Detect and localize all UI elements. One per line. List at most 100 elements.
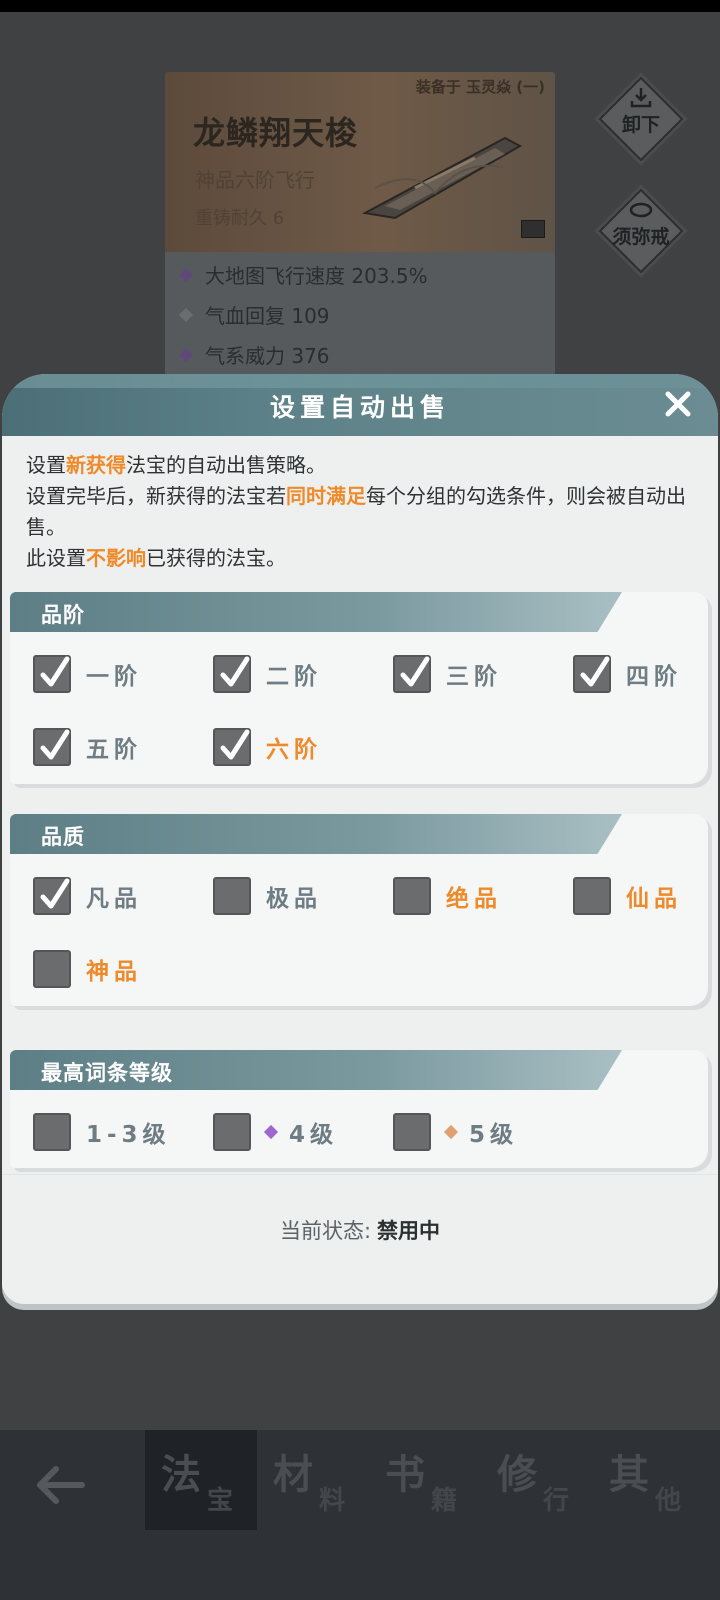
- quality-option-peerless[interactable]: 绝品: [393, 877, 502, 915]
- description-line: 此设置不影响已获得的法宝。: [26, 546, 286, 570]
- checkmark-icon: [400, 656, 430, 687]
- option-label: 二阶: [266, 664, 322, 690]
- option-label: 仙品: [626, 886, 682, 912]
- item-name: 龙鳞翔天梭: [193, 114, 359, 152]
- checkmark-icon: [580, 656, 610, 687]
- checkmark-icon: [40, 656, 70, 687]
- affix-option-5[interactable]: 5级: [393, 1113, 518, 1151]
- status-value: 禁用中: [377, 1219, 441, 1243]
- quality-option-divine[interactable]: 神品: [33, 950, 142, 988]
- quality-option-common[interactable]: 凡品: [33, 877, 142, 915]
- checkbox[interactable]: [33, 877, 71, 915]
- close-button[interactable]: [656, 382, 700, 426]
- checkbox[interactable]: [33, 1113, 71, 1151]
- option-label: 四阶: [626, 664, 682, 690]
- checkbox[interactable]: [573, 655, 611, 693]
- option-label: 五阶: [86, 737, 142, 763]
- checkbox[interactable]: [393, 1113, 431, 1151]
- option-label: 凡品: [86, 886, 142, 912]
- stat-row: 大地图飞行速度 203.5%: [178, 260, 428, 289]
- storage-ring-button[interactable]: 须弥戒: [598, 188, 684, 274]
- checkbox[interactable]: [213, 655, 251, 693]
- checkbox[interactable]: [33, 728, 71, 766]
- tab-treasure[interactable]: 法 宝: [145, 1430, 257, 1530]
- orange-gem-icon: [443, 1124, 459, 1140]
- bottom-nav: 法 宝 材 料 书 籍 修 行 其 他: [0, 1430, 720, 1600]
- option-label: 极品: [266, 886, 322, 912]
- panel-header: [10, 592, 622, 632]
- tab-cultivation[interactable]: 修 行: [481, 1430, 593, 1530]
- checkbox[interactable]: [393, 877, 431, 915]
- quality-option-superior[interactable]: 极品: [213, 877, 322, 915]
- affix-level-panel: 最高词条等级 1-3级 4级 5级: [10, 1050, 708, 1168]
- dialog-title: 设置自动出售: [269, 393, 450, 422]
- tab-label: 法: [161, 1452, 201, 1498]
- option-label: 六阶: [266, 737, 322, 763]
- tab-sublabel: 籍: [431, 1486, 458, 1516]
- storage-ring-label: 须弥戒: [612, 226, 670, 248]
- item-card: 装备于 玉灵焱 (一) 龙鳞翔天梭 神品六阶飞行 重铸耐久 6 大地图飞行速度 …: [165, 72, 555, 382]
- tier-option-6[interactable]: 六阶: [213, 728, 322, 766]
- item-tag-icon: [521, 220, 545, 238]
- item-card-header: 装备于 玉灵焱 (一) 龙鳞翔天梭 神品六阶飞行 重铸耐久 6: [165, 72, 555, 252]
- close-icon: [665, 391, 691, 417]
- stat-text: 气血回复 109: [205, 304, 330, 328]
- tier-option-2[interactable]: 二阶: [213, 655, 322, 693]
- tab-label: 材: [273, 1452, 313, 1498]
- stat-text: 大地图飞行速度 203.5%: [205, 264, 428, 288]
- unequip-label: 卸下: [621, 114, 660, 136]
- back-button[interactable]: [30, 1460, 100, 1520]
- tier-option-3[interactable]: 三阶: [393, 655, 502, 693]
- dialog-header: 设置自动出售: [2, 374, 718, 436]
- equipped-label: 装备于 玉灵焱 (一): [415, 78, 545, 96]
- description-line: 设置新获得法宝的自动出售策略。: [26, 453, 326, 477]
- checkmark-icon: [40, 729, 70, 760]
- tab-other[interactable]: 其 他: [593, 1430, 705, 1530]
- checkmark-icon: [220, 729, 250, 760]
- tab-label: 修: [497, 1452, 537, 1498]
- tier-panel: 品阶 一阶 二阶 三阶 四阶 五阶 六阶: [10, 592, 708, 784]
- panel-title: 最高词条等级: [41, 1061, 173, 1085]
- checkbox[interactable]: [213, 877, 251, 915]
- item-durability: 重铸耐久 6: [195, 208, 285, 229]
- flying-shuttle-image: [361, 136, 523, 220]
- description-line: 设置完毕后，新获得的法宝若同时满足每个分组的勾选条件，则会被自动出售。: [26, 484, 686, 539]
- panel-header: [10, 814, 622, 854]
- option-label: 4级: [263, 1115, 338, 1149]
- stat-gem-icon: [178, 347, 194, 362]
- option-label: 绝品: [446, 886, 502, 912]
- tier-option-1[interactable]: 一阶: [33, 655, 142, 693]
- option-label: 一阶: [86, 664, 142, 690]
- purple-gem-icon: [263, 1124, 279, 1140]
- tab-materials[interactable]: 材 料: [257, 1430, 369, 1530]
- tab-sublabel: 他: [655, 1486, 682, 1516]
- checkbox[interactable]: [213, 728, 251, 766]
- tier-option-4[interactable]: 四阶: [573, 655, 682, 693]
- checkbox[interactable]: [213, 1113, 251, 1151]
- stat-row: 气系威力 376: [178, 340, 330, 369]
- option-label: 1-3级: [86, 1122, 171, 1148]
- stat-text: 气系威力 376: [205, 344, 330, 368]
- stat-gem-icon: [178, 267, 194, 282]
- tab-sublabel: 宝: [207, 1486, 234, 1516]
- tab-label: 其: [609, 1452, 649, 1498]
- checkmark-icon: [40, 878, 70, 909]
- ring-icon: [629, 202, 653, 218]
- tier-option-5[interactable]: 五阶: [33, 728, 142, 766]
- quality-option-immortal[interactable]: 仙品: [573, 877, 682, 915]
- back-arrow-icon: [37, 1466, 85, 1504]
- checkbox[interactable]: [393, 655, 431, 693]
- tab-books[interactable]: 书 籍: [369, 1430, 481, 1530]
- unequip-button[interactable]: 卸下: [598, 76, 684, 162]
- checkmark-icon: [220, 656, 250, 687]
- item-grade: 神品六阶飞行: [195, 168, 315, 192]
- affix-option-4[interactable]: 4级: [213, 1113, 338, 1151]
- option-label: 5级: [443, 1115, 518, 1149]
- checkbox[interactable]: [573, 877, 611, 915]
- checkbox[interactable]: [33, 655, 71, 693]
- affix-option-1-3[interactable]: 1-3级: [33, 1113, 171, 1151]
- tab-sublabel: 料: [319, 1486, 346, 1516]
- panel-title: 品阶: [41, 603, 85, 627]
- option-label: 三阶: [446, 664, 502, 690]
- checkbox[interactable]: [33, 950, 71, 988]
